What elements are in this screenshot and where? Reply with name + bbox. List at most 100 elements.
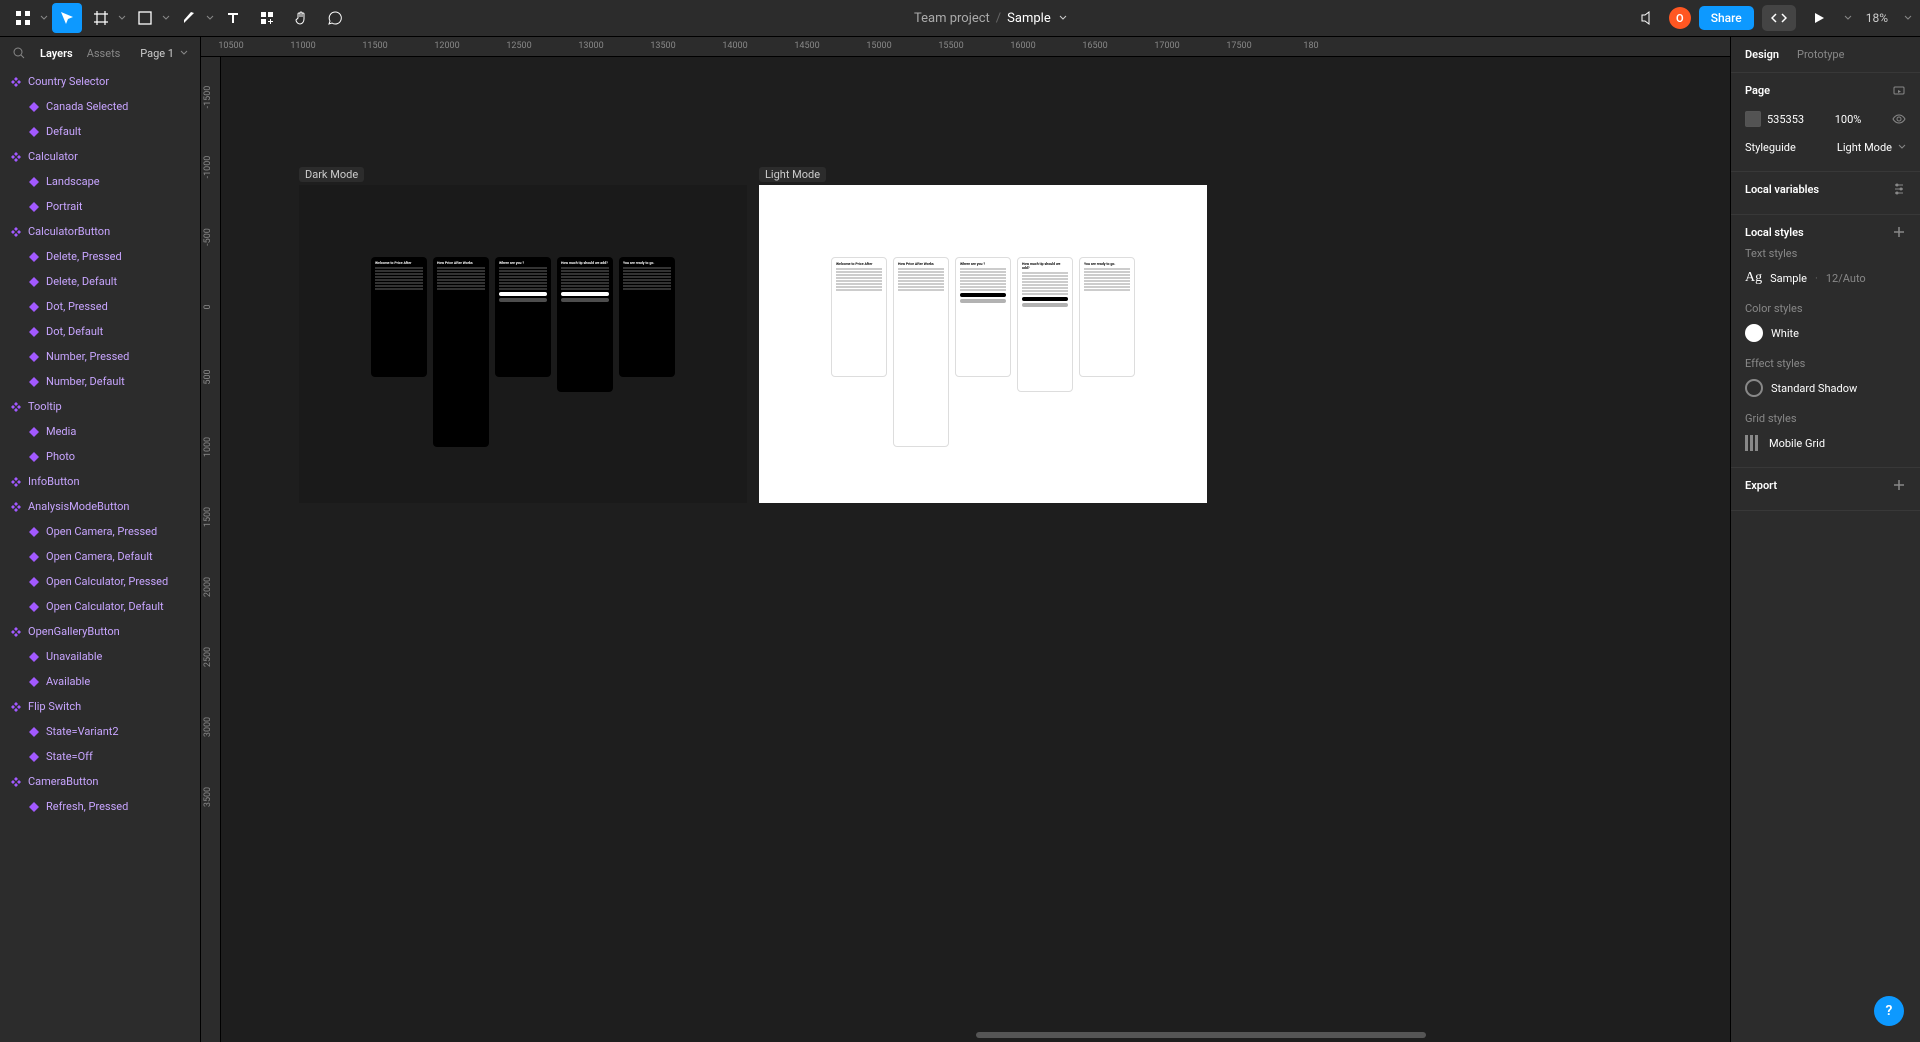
tab-assets[interactable]: Assets xyxy=(87,47,121,60)
hand-tool[interactable] xyxy=(286,3,316,33)
frame-tool[interactable] xyxy=(86,3,116,33)
horizontal-ruler: 1050011000115001200012500130001350014000… xyxy=(201,37,1730,57)
layer-component[interactable]: Tooltip xyxy=(0,394,200,419)
pen-tool[interactable] xyxy=(174,3,204,33)
share-button[interactable]: Share xyxy=(1699,6,1754,30)
color-style-white[interactable]: White xyxy=(1745,319,1906,347)
layer-label: OpenGalleryButton xyxy=(28,625,120,638)
chevron-down-icon[interactable] xyxy=(1898,143,1906,151)
variables-settings-icon[interactable] xyxy=(1892,182,1906,196)
layer-label: Photo xyxy=(46,450,75,463)
mockup-screen[interactable]: How much tip should we add? xyxy=(557,257,613,392)
horizontal-scrollbar[interactable] xyxy=(976,1032,1426,1038)
add-export-icon[interactable] xyxy=(1892,478,1906,492)
mockup-screen[interactable]: How much tip should we add? xyxy=(1017,257,1073,392)
text-style-sample[interactable]: Ag Sample · 12/Auto xyxy=(1745,264,1906,292)
chevron-down-icon[interactable] xyxy=(40,14,48,22)
chevron-down-icon[interactable] xyxy=(1059,14,1067,22)
layer-variant[interactable]: Photo xyxy=(0,444,200,469)
layer-variant[interactable]: Dot, Default xyxy=(0,319,200,344)
layer-variant[interactable]: Open Calculator, Pressed xyxy=(0,569,200,594)
layer-variant[interactable]: Open Camera, Pressed xyxy=(0,519,200,544)
layer-variant[interactable]: Open Calculator, Default xyxy=(0,594,200,619)
layer-variant[interactable]: Available xyxy=(0,669,200,694)
variant-icon xyxy=(28,276,40,288)
layer-variant[interactable]: Delete, Pressed xyxy=(0,244,200,269)
page-selector[interactable]: Page 1 xyxy=(140,47,188,60)
tab-design[interactable]: Design xyxy=(1745,48,1779,61)
avatar[interactable]: O xyxy=(1669,7,1691,29)
mockup-screen[interactable]: You are ready to go. xyxy=(1079,257,1135,377)
mockup-screen[interactable]: You are ready to go. xyxy=(619,257,675,377)
mockup-screen[interactable]: Where are you ? xyxy=(955,257,1011,377)
chevron-down-icon[interactable] xyxy=(206,14,214,22)
dev-mode-button[interactable] xyxy=(1762,5,1796,31)
shape-tool[interactable] xyxy=(130,3,160,33)
layer-variant[interactable]: Landscape xyxy=(0,169,200,194)
layer-component[interactable]: CalculatorButton xyxy=(0,219,200,244)
layer-variant[interactable]: Refresh, Pressed xyxy=(0,794,200,819)
audio-button[interactable] xyxy=(1631,3,1661,33)
main-menu-button[interactable] xyxy=(8,3,38,33)
layer-variant[interactable]: Open Camera, Default xyxy=(0,544,200,569)
ruler-tick: 2500 xyxy=(203,647,213,667)
file-name[interactable]: Sample xyxy=(1007,11,1051,26)
layer-label: Default xyxy=(46,125,81,138)
chevron-down-icon[interactable] xyxy=(1844,14,1852,22)
tab-layers[interactable]: Layers xyxy=(40,47,73,60)
layer-variant[interactable]: Dot, Pressed xyxy=(0,294,200,319)
help-button[interactable]: ? xyxy=(1874,996,1904,1026)
move-tool[interactable] xyxy=(52,3,82,33)
prototype-settings-icon[interactable] xyxy=(1892,83,1906,97)
add-style-icon[interactable] xyxy=(1892,225,1906,239)
text-tool[interactable] xyxy=(218,3,248,33)
local-styles-label: Local styles xyxy=(1745,226,1804,239)
tab-prototype[interactable]: Prototype xyxy=(1797,48,1844,61)
component-icon xyxy=(10,151,22,163)
layer-variant[interactable]: Media xyxy=(0,419,200,444)
search-icon[interactable] xyxy=(12,46,26,60)
layer-component[interactable]: OpenGalleryButton xyxy=(0,619,200,644)
layer-variant[interactable]: Unavailable xyxy=(0,644,200,669)
layer-variant[interactable]: Number, Pressed xyxy=(0,344,200,369)
mockup-screen[interactable]: How Price After Works xyxy=(893,257,949,447)
visibility-icon[interactable] xyxy=(1892,112,1906,126)
comment-tool[interactable] xyxy=(320,3,350,33)
zoom-level[interactable]: 18% xyxy=(1860,11,1894,25)
layer-variant[interactable]: Portrait xyxy=(0,194,200,219)
project-name[interactable]: Team project xyxy=(914,11,990,26)
page-color-swatch[interactable] xyxy=(1745,111,1761,127)
layer-component[interactable]: Country Selector xyxy=(0,69,200,94)
chevron-down-icon[interactable] xyxy=(118,14,126,22)
mockup-screen[interactable]: How Price After Works xyxy=(433,257,489,447)
frame-label-light[interactable]: Light Mode xyxy=(759,167,826,182)
frame-label-dark[interactable]: Dark Mode xyxy=(299,167,364,182)
page-color-opacity[interactable]: 100% xyxy=(1835,113,1862,126)
chevron-down-icon[interactable] xyxy=(1904,14,1912,22)
page-color-hex[interactable]: 535353 xyxy=(1767,113,1804,126)
layer-label: Delete, Pressed xyxy=(46,250,122,263)
layer-variant[interactable]: Number, Default xyxy=(0,369,200,394)
layer-variant[interactable]: State=Variant2 xyxy=(0,719,200,744)
ruler-tick: 16000 xyxy=(1010,41,1035,51)
component-icon xyxy=(10,776,22,788)
styleguide-value[interactable]: Light Mode xyxy=(1837,141,1892,154)
canvas[interactable]: 1050011000115001200012500130001350014000… xyxy=(201,37,1730,1042)
layer-component[interactable]: Calculator xyxy=(0,144,200,169)
present-button[interactable] xyxy=(1804,3,1834,33)
chevron-down-icon[interactable] xyxy=(162,14,170,22)
layer-variant[interactable]: State=Off xyxy=(0,744,200,769)
mockup-screen[interactable]: Where are you ? xyxy=(495,257,551,377)
mockup-screen[interactable]: Welcome to Price After xyxy=(371,257,427,377)
layer-component[interactable]: Flip Switch xyxy=(0,694,200,719)
layer-variant[interactable]: Default xyxy=(0,119,200,144)
effect-style-shadow[interactable]: Standard Shadow xyxy=(1745,374,1906,402)
layer-component[interactable]: CameraButton xyxy=(0,769,200,794)
layer-variant[interactable]: Canada Selected xyxy=(0,94,200,119)
layer-component[interactable]: InfoButton xyxy=(0,469,200,494)
layer-component[interactable]: AnalysisModeButton xyxy=(0,494,200,519)
mockup-screen[interactable]: Welcome to Price After xyxy=(831,257,887,377)
layer-variant[interactable]: Delete, Default xyxy=(0,269,200,294)
resources-button[interactable] xyxy=(252,3,282,33)
grid-style-mobile[interactable]: Mobile Grid xyxy=(1745,429,1906,457)
